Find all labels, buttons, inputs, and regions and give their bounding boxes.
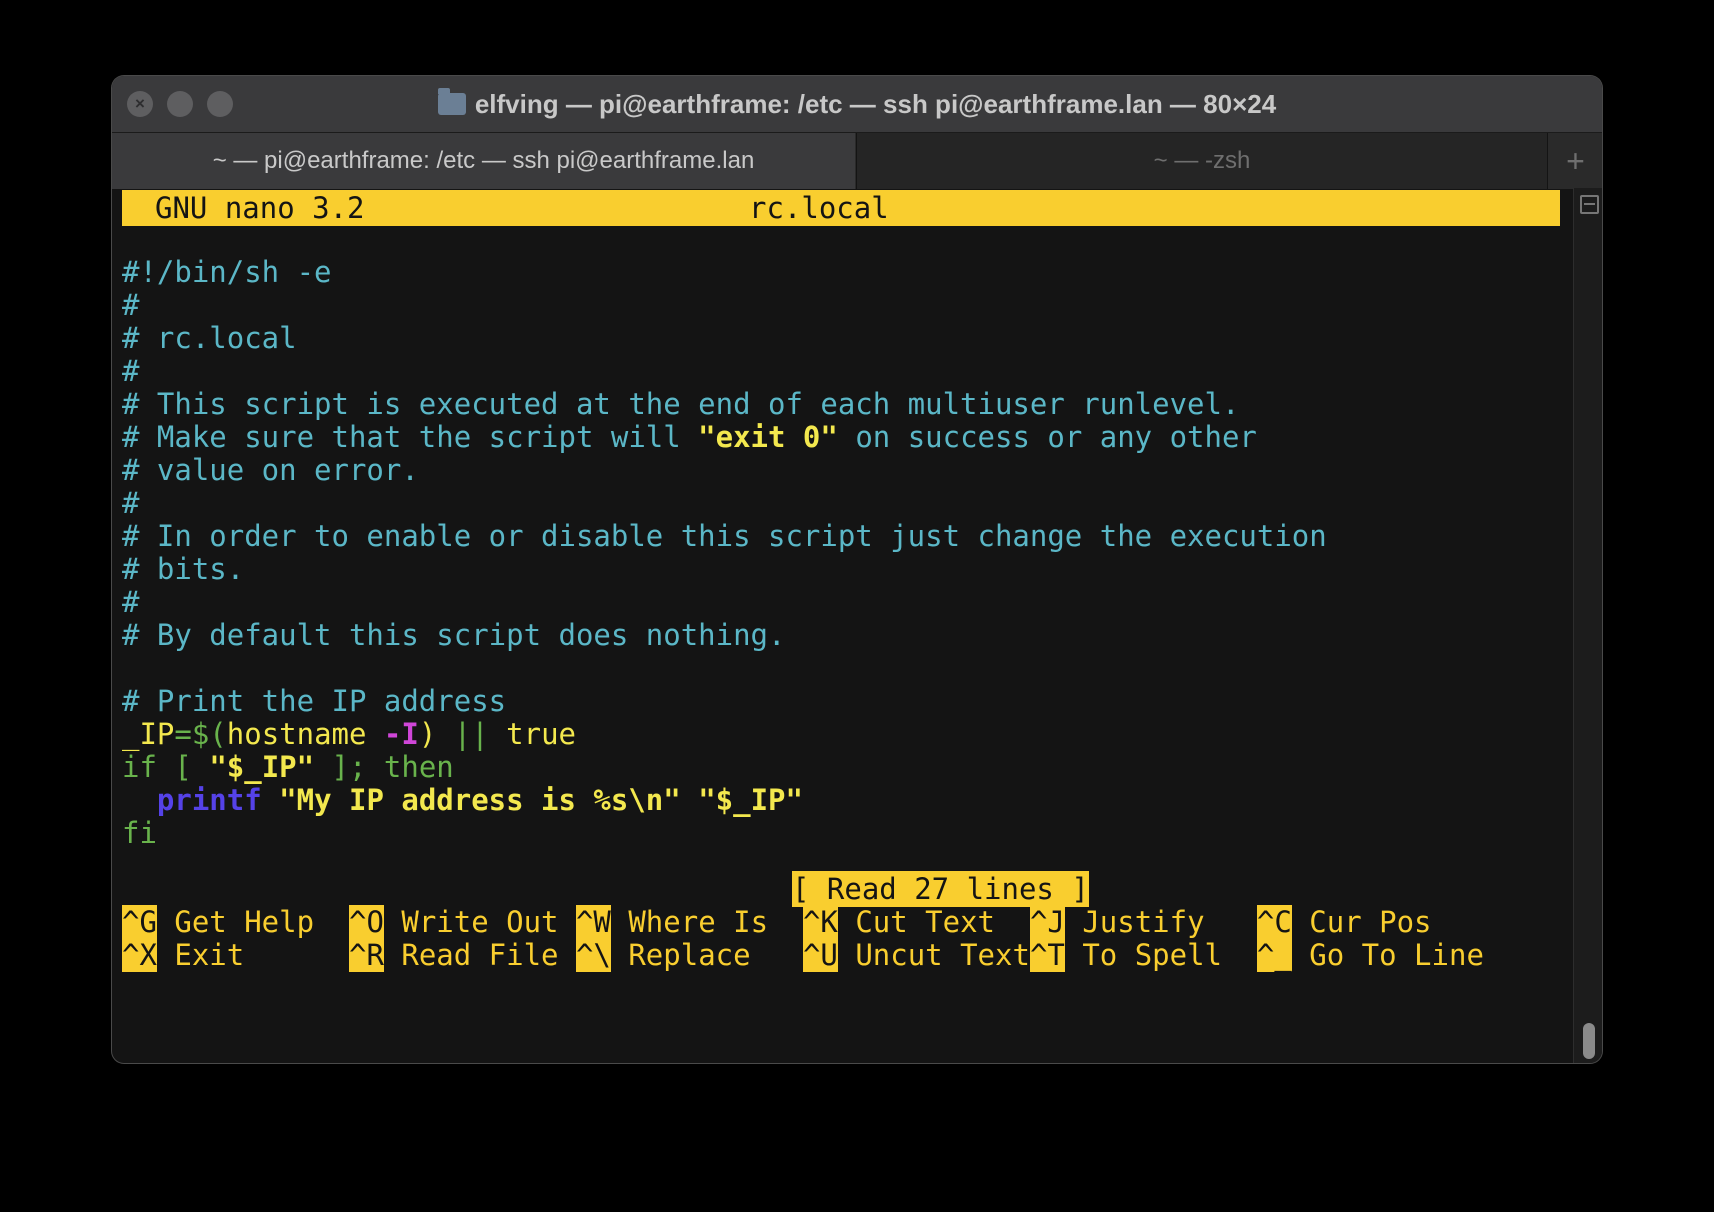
shortcut-replace[interactable]: ^\ Replace bbox=[575, 938, 803, 972]
shortcut-row: ^X Exit ^R Read File ^\ Replace ^U Uncut… bbox=[122, 937, 1484, 973]
shortcut-read-file[interactable]: ^R Read File bbox=[348, 938, 576, 972]
scrollbar[interactable] bbox=[1573, 188, 1602, 1063]
shortcut-row: ^G Get Help ^O Write Out ^W Where Is ^K … bbox=[122, 904, 1432, 940]
nano-version: GNU nano 3.2 bbox=[155, 191, 365, 225]
code-line: _IP=$(hostname -I) || true bbox=[122, 717, 576, 751]
code-line: # bbox=[122, 288, 140, 322]
tab-label: ~ — pi@earthframe: /etc — ssh pi@earthfr… bbox=[212, 147, 755, 174]
window-title: elfving — pi@earthframe: /etc — ssh pi@e… bbox=[112, 76, 1602, 132]
code-line: # bbox=[122, 585, 140, 619]
nano-filename: rc.local bbox=[749, 191, 889, 225]
scrollbar-thumb[interactable] bbox=[1583, 1023, 1595, 1059]
window-title-text: elfving — pi@earthframe: /etc — ssh pi@e… bbox=[474, 88, 1277, 119]
code-line: # value on error. bbox=[122, 453, 419, 487]
tab-bar: ~ — pi@earthframe: /etc — ssh pi@earthfr… bbox=[112, 132, 1602, 189]
shortcut-where-is[interactable]: ^W Where Is bbox=[575, 905, 803, 939]
status-message: [ Read 27 lines ] bbox=[792, 871, 1089, 907]
terminal-content[interactable]: GNU nano 3.2 rc.local #!/bin/sh -e # # rc… bbox=[122, 188, 1570, 1063]
shortcut-get-help[interactable]: ^G Get Help bbox=[122, 905, 349, 939]
code-line: # bbox=[122, 354, 140, 388]
shortcut-to-spell[interactable]: ^T To Spell bbox=[1029, 938, 1257, 972]
code-line: # By default this script does nothing. bbox=[122, 618, 786, 652]
code-line: # In order to enable or disable this scr… bbox=[122, 519, 1327, 553]
shortcut-exit[interactable]: ^X Exit bbox=[122, 938, 349, 972]
tab-ssh[interactable]: ~ — pi@earthframe: /etc — ssh pi@earthfr… bbox=[112, 133, 855, 189]
code-line: # This script is executed at the end of … bbox=[122, 387, 1240, 421]
new-tab-button[interactable]: + bbox=[1547, 133, 1602, 189]
code-line: # Print the IP address bbox=[122, 684, 507, 718]
code-line: # bits. bbox=[122, 552, 245, 586]
nano-header: GNU nano 3.2 rc.local bbox=[122, 190, 1560, 226]
shortcut-uncut-text[interactable]: ^U Uncut Text bbox=[802, 938, 1030, 972]
title-bar[interactable]: × elfving — pi@earthframe: /etc — ssh pi… bbox=[112, 76, 1602, 132]
shortcut-cur-pos[interactable]: ^C Cur Pos bbox=[1256, 905, 1432, 939]
shortcut-write-out[interactable]: ^O Write Out bbox=[348, 905, 576, 939]
code-line: printf "My IP address is %s\n" "$_IP" bbox=[156, 783, 803, 817]
code-line: if [ "$_IP" ]; then bbox=[122, 750, 454, 784]
code-line: fi bbox=[122, 816, 157, 850]
tab-zsh[interactable]: ~ — -zsh bbox=[856, 133, 1547, 189]
shortcut-cut-text[interactable]: ^K Cut Text bbox=[802, 905, 1030, 939]
code-line: # rc.local bbox=[122, 321, 297, 355]
folder-icon bbox=[437, 88, 466, 115]
code-line: # Make sure that the script will "exit 0… bbox=[122, 420, 1257, 454]
code-line: # bbox=[122, 486, 140, 520]
split-pane-icon[interactable] bbox=[1580, 195, 1599, 214]
code-line: #!/bin/sh -e bbox=[122, 255, 332, 289]
plus-icon: + bbox=[1566, 142, 1585, 179]
terminal-window: × elfving — pi@earthframe: /etc — ssh pi… bbox=[112, 76, 1602, 1063]
shortcut-justify[interactable]: ^J Justify bbox=[1029, 905, 1257, 939]
shortcut-go-to-line[interactable]: ^_ Go To Line bbox=[1256, 938, 1484, 972]
tab-label: ~ — -zsh bbox=[1153, 147, 1251, 174]
